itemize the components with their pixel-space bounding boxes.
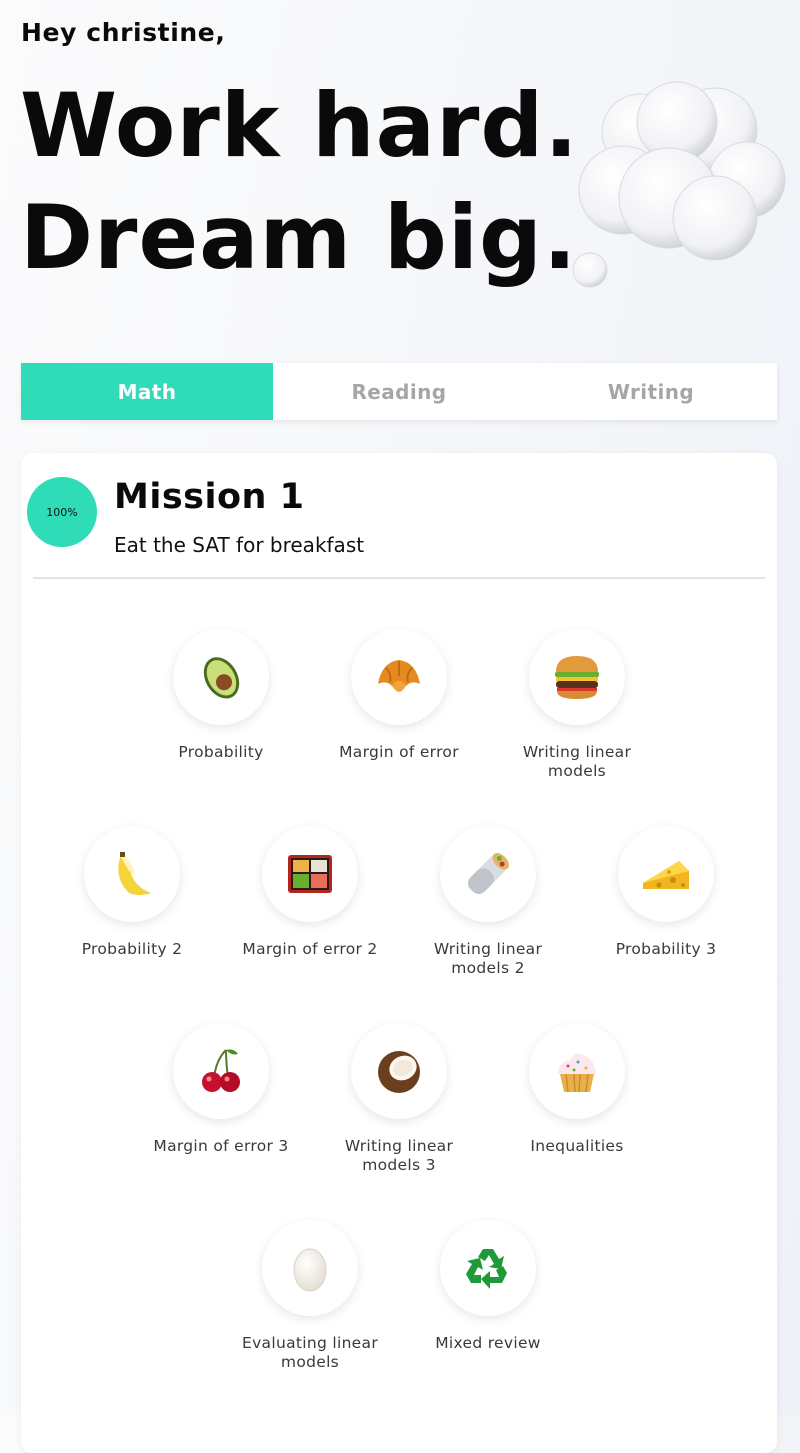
bento-box-icon <box>288 855 332 893</box>
lesson-mixed-review[interactable]: Mixed review <box>413 1220 563 1353</box>
tab-math[interactable]: Math <box>21 363 273 420</box>
lesson-label: Probability 2 <box>81 940 183 958</box>
avocado-icon <box>203 657 240 699</box>
recycle-icon <box>466 1249 507 1289</box>
lesson-label: Writing linear models 3 <box>344 1137 454 1174</box>
lesson-evaluating-linear-models[interactable]: Evaluating linear models <box>235 1220 385 1372</box>
lesson-label: Probability <box>178 743 264 761</box>
lesson-label: Margin of error 2 <box>242 940 378 958</box>
lesson-inequalities[interactable]: Inequalities <box>502 1023 652 1156</box>
lesson-label: Inequalities <box>530 1137 624 1155</box>
progress-badge: 100% <box>27 477 97 547</box>
lesson-label: Probability 3 <box>615 940 717 958</box>
banana-icon <box>118 852 151 895</box>
lesson-margin-of-error-3[interactable]: Margin of error 3 <box>146 1023 296 1156</box>
headline: Work hard. Dream big. <box>20 70 579 294</box>
cupcake-icon <box>558 1053 596 1093</box>
divider <box>33 577 765 579</box>
headline-line-1: Work hard. <box>20 74 579 177</box>
burrito-icon <box>467 853 509 895</box>
lesson-probability[interactable]: Probability <box>146 629 296 762</box>
cherries-icon <box>202 1049 240 1092</box>
egg-icon <box>293 1248 327 1292</box>
croissant-icon <box>378 660 420 692</box>
lesson-writing-linear-models-3[interactable]: Writing linear models 3 <box>324 1023 474 1175</box>
lesson-margin-of-error-2[interactable]: Margin of error 2 <box>235 826 385 959</box>
greeting: Hey christine, <box>21 18 226 47</box>
lesson-writing-linear-models[interactable]: Writing linear models <box>502 629 652 781</box>
thought-balloon-icon <box>572 81 786 288</box>
lesson-margin-of-error[interactable]: Margin of error <box>324 629 474 762</box>
lesson-label: Margin of error <box>339 743 459 761</box>
headline-line-2: Dream big. <box>20 186 578 289</box>
mission-title: Mission 1 <box>114 477 305 517</box>
lesson-label: Evaluating linear models <box>241 1334 378 1371</box>
lesson-label: Margin of error 3 <box>153 1137 289 1155</box>
lesson-label: Mixed review <box>435 1334 541 1352</box>
lesson-label: Writing linear models <box>522 743 632 780</box>
tab-reading[interactable]: Reading <box>273 363 525 420</box>
lesson-label: Writing linear models 2 <box>433 940 543 977</box>
tab-writing[interactable]: Writing <box>525 363 777 420</box>
mission-card: 100% Mission 1 Eat the SAT for breakfast… <box>21 453 777 1453</box>
cheese-icon <box>643 861 689 889</box>
lesson-probability-2[interactable]: Probability 2 <box>57 826 207 959</box>
mission-subtitle: Eat the SAT for breakfast <box>114 533 365 557</box>
subject-tabs: Math Reading Writing <box>21 363 777 420</box>
lesson-probability-3[interactable]: Probability 3 <box>591 826 741 959</box>
coconut-icon <box>378 1051 420 1093</box>
hamburger-icon <box>555 656 599 699</box>
lesson-writing-linear-models-2[interactable]: Writing linear models 2 <box>413 826 563 978</box>
